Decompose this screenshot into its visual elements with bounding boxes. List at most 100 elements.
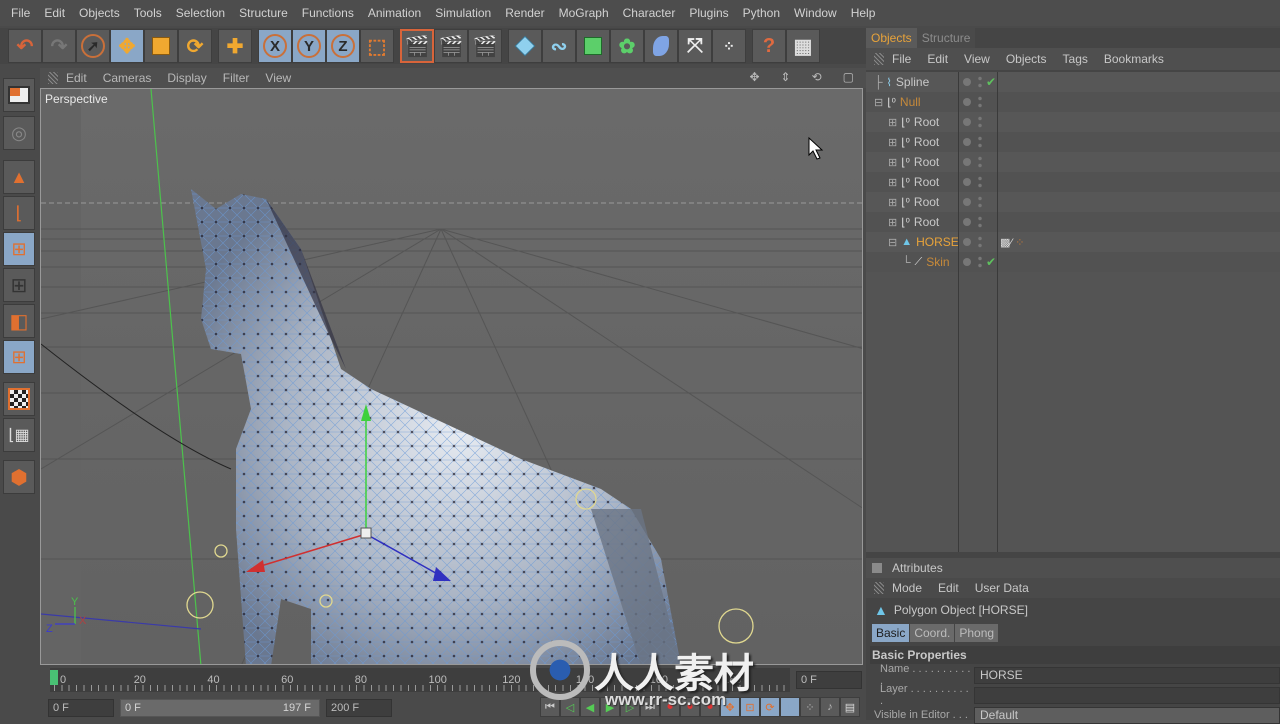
maximize-view-icon[interactable]: ▢ — [835, 70, 862, 84]
play-forward-button[interactable]: ▶ — [600, 697, 620, 717]
menu-render[interactable]: Render — [498, 6, 551, 20]
visibility-toggle[interactable] — [963, 118, 971, 126]
objects-menu-bookmarks[interactable]: Bookmarks — [1096, 52, 1172, 66]
menu-structure[interactable]: Structure — [232, 6, 295, 20]
name-input[interactable]: HORSE — [974, 666, 1280, 684]
editor-render-toggle[interactable] — [978, 155, 982, 169]
redo-button[interactable]: ↷ — [42, 29, 76, 63]
expand-icon[interactable]: ⊞ — [888, 116, 897, 129]
layout-button[interactable] — [3, 78, 35, 112]
object-name[interactable]: Root — [914, 115, 939, 129]
texture-tag-icon[interactable]: ▩⁄ — [1000, 237, 1012, 249]
menu-animation[interactable]: Animation — [361, 6, 428, 20]
menu-functions[interactable]: Functions — [295, 6, 361, 20]
objects-menu-edit[interactable]: Edit — [919, 52, 956, 66]
editor-render-toggle[interactable] — [978, 195, 982, 209]
menu-help[interactable]: Help — [844, 6, 883, 20]
tab-coord[interactable]: Coord. — [910, 624, 955, 642]
object-row[interactable]: ⊞ ⌊⁰ Root — [866, 192, 1280, 212]
content-browser-button[interactable]: ▦ — [786, 29, 820, 63]
object-axis-button[interactable]: ⌊ — [3, 196, 35, 230]
autokey-button[interactable]: ⏺ — [680, 697, 700, 717]
menu-edit[interactable]: Edit — [37, 6, 72, 20]
expand-icon[interactable]: ⊞ — [888, 216, 897, 229]
visibility-toggle[interactable] — [963, 78, 971, 86]
enabled-check-icon[interactable]: ✔ — [986, 75, 996, 89]
menu-objects[interactable]: Objects — [72, 6, 127, 20]
object-row[interactable]: ⊞ ⌊⁰ Root — [866, 152, 1280, 172]
visible-in-editor-dropdown[interactable]: Default — [974, 706, 1280, 724]
expand-icon[interactable]: ⊞ — [888, 156, 897, 169]
texture-mode-button[interactable] — [3, 382, 35, 416]
pose-morph-button[interactable]: ◎ — [3, 116, 35, 150]
menu-character[interactable]: Character — [616, 6, 683, 20]
start-frame-field[interactable]: 0 F — [48, 699, 114, 717]
visibility-toggle[interactable] — [963, 178, 971, 186]
expand-icon[interactable]: ⊞ — [888, 196, 897, 209]
polygons-mode-button[interactable]: ◧ — [3, 304, 35, 338]
tab-structure[interactable]: Structure — [916, 28, 976, 48]
object-name[interactable]: Root — [914, 215, 939, 229]
object-name[interactable]: HORSE — [916, 235, 959, 249]
keyframe-selection-button[interactable]: ⏺ — [700, 697, 720, 717]
object-name[interactable]: Root — [914, 195, 939, 209]
layer-input[interactable] — [974, 686, 1280, 704]
position-key-button[interactable]: ✥ — [720, 697, 740, 717]
expand-icon[interactable]: ⊞ — [888, 176, 897, 189]
expand-icon[interactable]: ⊞ — [888, 136, 897, 149]
uv-points-mode-button[interactable]: ⊞ — [3, 340, 35, 374]
menu-mograph[interactable]: MoGraph — [552, 6, 616, 20]
pan-icon[interactable]: ✥ — [741, 70, 767, 84]
editor-render-toggle[interactable] — [978, 215, 982, 229]
object-row[interactable]: └ ⟋ Skin ✔ — [866, 252, 1280, 272]
objects-menu-view[interactable]: View — [956, 52, 998, 66]
rotate-view-icon[interactable]: ⟲ — [804, 70, 830, 84]
visibility-toggle[interactable] — [963, 238, 971, 246]
preview-range-slider[interactable]: 0 F 197 F — [120, 699, 320, 717]
viewport-menu-view[interactable]: View — [257, 71, 299, 85]
menu-python[interactable]: Python — [736, 6, 787, 20]
points-mode-button[interactable]: ⊞ — [3, 232, 35, 266]
menu-simulation[interactable]: Simulation — [428, 6, 498, 20]
collapse-icon[interactable]: ⊟ — [874, 96, 883, 109]
edges-mode-button[interactable]: ⊞ — [3, 268, 35, 302]
goto-end-button[interactable]: ⏭ — [640, 697, 660, 717]
tab-basic[interactable]: Basic — [872, 624, 910, 642]
objects-menu-tags[interactable]: Tags — [1055, 52, 1096, 66]
workplane-button[interactable]: ⌊▦ — [3, 418, 35, 452]
model-mode-button[interactable]: ▲ — [3, 160, 35, 194]
rotation-key-button[interactable]: ⟳ — [760, 697, 780, 717]
object-row[interactable]: ├ ⌇ Spline ✔ — [866, 72, 1280, 92]
editor-render-toggle[interactable] — [978, 235, 982, 249]
point-level-button[interactable]: ⁘ — [800, 697, 820, 717]
weight-tag-icon[interactable]: ⁘ — [1015, 237, 1024, 249]
object-row[interactable]: ⊟ ▲ HORSE ▩⁄ ⁘ — [866, 232, 1280, 252]
editor-render-toggle[interactable] — [978, 95, 982, 109]
live-selection-button[interactable]: ➚ — [76, 29, 110, 63]
x-axis-lock-button[interactable]: X — [258, 29, 292, 63]
dolly-icon[interactable]: ⇕ — [773, 70, 799, 84]
world-coordinates-button[interactable]: ⬚ — [360, 29, 394, 63]
editor-render-toggle[interactable] — [978, 175, 982, 189]
particle-emitter-button[interactable]: ⁘ — [712, 29, 746, 63]
render-picture-viewer-button[interactable]: 🎬 — [434, 29, 468, 63]
visibility-toggle[interactable] — [963, 218, 971, 226]
object-name[interactable]: Null — [900, 95, 921, 109]
tab-objects[interactable]: Objects — [866, 28, 917, 48]
menu-window[interactable]: Window — [787, 6, 844, 20]
panel-grip[interactable] — [874, 53, 884, 65]
object-name[interactable]: Root — [914, 135, 939, 149]
attributes-menu-user-data[interactable]: User Data — [967, 581, 1037, 595]
visibility-toggle[interactable] — [963, 138, 971, 146]
y-axis-lock-button[interactable]: Y — [292, 29, 326, 63]
viewport-menu-display[interactable]: Display — [159, 71, 214, 85]
coordinate-system-button[interactable]: ✚ — [218, 29, 252, 63]
scale-key-button[interactable]: ⊡ — [740, 697, 760, 717]
viewport-menu-cameras[interactable]: Cameras — [95, 71, 160, 85]
scene-scale-button[interactable]: ⤧ — [678, 29, 712, 63]
menu-plugins[interactable]: Plugins — [682, 6, 735, 20]
viewport-menu-filter[interactable]: Filter — [215, 71, 258, 85]
visibility-toggle[interactable] — [963, 258, 971, 266]
spline-pen-button[interactable]: ∾ — [542, 29, 576, 63]
sound-button[interactable]: ♪ — [820, 697, 840, 717]
